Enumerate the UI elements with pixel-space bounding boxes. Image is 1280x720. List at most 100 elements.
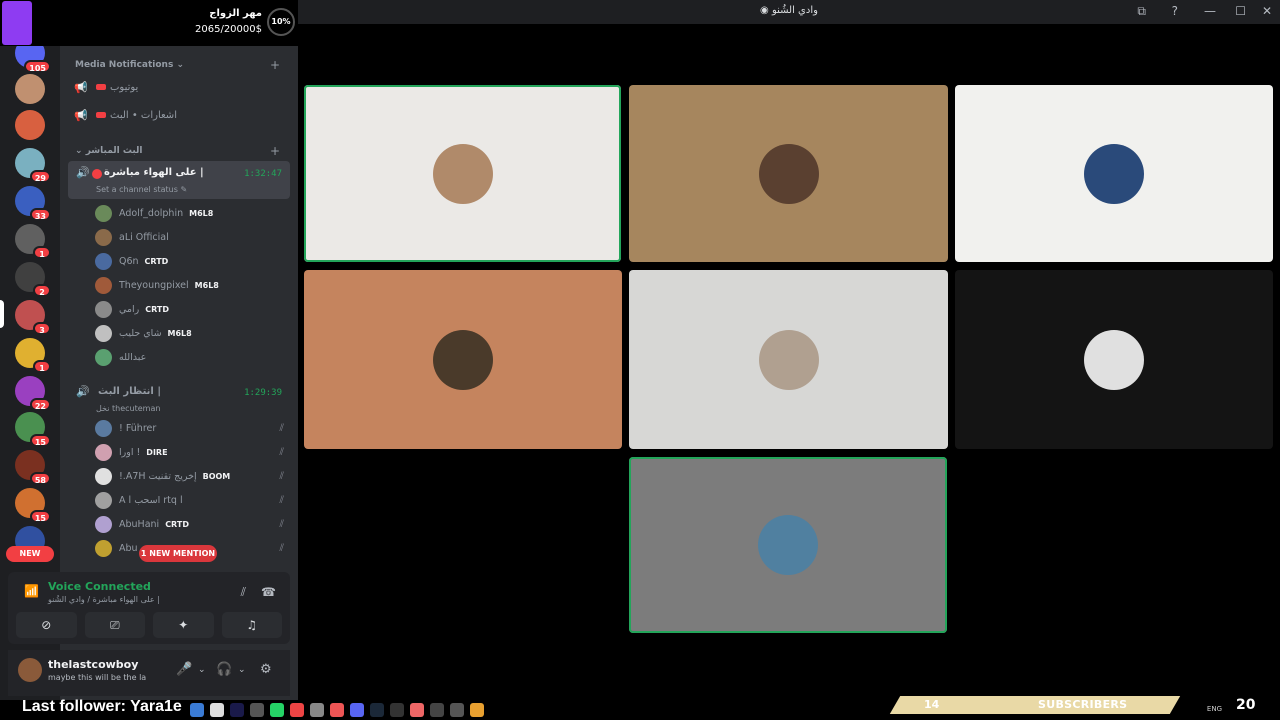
channel-name: اشعارات • البث xyxy=(110,109,177,121)
participant-tile[interactable] xyxy=(629,85,948,262)
participant-tile[interactable] xyxy=(304,85,621,262)
noise-suppression-icon[interactable]: ⫽ xyxy=(241,585,246,600)
chrome-icon[interactable] xyxy=(290,703,304,717)
app-icon[interactable] xyxy=(230,703,244,717)
activities-button[interactable]: ✦ xyxy=(153,612,214,638)
brave-icon[interactable] xyxy=(330,703,344,717)
role-tag: M6L8 xyxy=(167,328,192,338)
voice-user-row[interactable]: عبدالله xyxy=(95,346,290,368)
voice-user-row[interactable]: !.A7H إخريج تقنيت BOOM ⫽ xyxy=(95,465,290,487)
participant-tile[interactable] xyxy=(304,270,622,449)
app-icon[interactable] xyxy=(450,703,464,717)
soundboard-button[interactable]: ♫ xyxy=(221,612,282,638)
server-icon[interactable]: 15 xyxy=(15,412,51,447)
voice-connected-title[interactable]: Voice Connected xyxy=(48,580,151,593)
server-icon[interactable]: 29 xyxy=(15,148,51,183)
youtube-icon xyxy=(96,84,106,90)
server-icon[interactable]: 1 xyxy=(15,224,51,259)
donation-amount: 2065/20000$ xyxy=(195,24,262,35)
app-icon[interactable] xyxy=(210,703,224,717)
role-tag: CRTD xyxy=(145,304,170,314)
maximize-icon[interactable]: ☐ xyxy=(1235,4,1246,18)
username: A l اسحب rtq l xyxy=(119,494,183,506)
steam-icon[interactable] xyxy=(370,703,384,717)
chevron-down-icon[interactable]: ⌄ xyxy=(238,665,246,675)
app-icon[interactable] xyxy=(250,703,264,717)
app-icon[interactable] xyxy=(410,703,424,717)
add-channel-icon[interactable]: + xyxy=(270,58,280,72)
voice-channel-live[interactable]: 🔊 على الهواء مباشرة | 1:32:47 Set a chan… xyxy=(68,161,290,199)
channel-notifications[interactable]: 📢 اشعارات • البث xyxy=(74,104,288,126)
participant-tile[interactable] xyxy=(629,270,948,449)
headphones-icon[interactable]: 🎧 xyxy=(216,662,232,677)
app-icon[interactable] xyxy=(310,703,324,717)
screen-share-button[interactable]: ⎚ xyxy=(84,612,145,638)
voice-user-row[interactable]: AbuHani CRTD ⫽ xyxy=(95,513,290,535)
subscribers-label: SUBSCRIBERS xyxy=(1038,698,1128,711)
participant-avatar xyxy=(1084,329,1144,390)
popout-icon[interactable]: ⧉ xyxy=(1137,4,1146,19)
voice-user-row[interactable]: Adolf_dolphin M6L8 xyxy=(95,202,290,224)
username: Abu xyxy=(119,542,138,554)
server-icon[interactable]: 33 xyxy=(15,186,51,221)
username[interactable]: thelastcowboy xyxy=(48,658,138,671)
server-icon[interactable]: 22 xyxy=(15,376,51,411)
server-icon[interactable] xyxy=(15,110,45,140)
app-icon[interactable] xyxy=(190,703,204,717)
app-icon[interactable] xyxy=(470,703,484,717)
voice-user-row[interactable]: A l اسحب rtq l ⫽ xyxy=(95,489,290,511)
role-tag: M6L8 xyxy=(189,208,214,218)
server-icon[interactable] xyxy=(15,74,45,104)
help-icon[interactable]: ? xyxy=(1172,4,1178,18)
server-icon[interactable]: 2 xyxy=(15,262,51,297)
voice-channel-waiting[interactable]: 🔊 انتظار البث | 1:29:39 نخل thecuteman xyxy=(68,380,290,418)
unread-badge: 33 xyxy=(29,208,51,221)
disconnect-icon[interactable]: ☎ xyxy=(261,585,276,599)
channel-youtube[interactable]: 📢 يوتيوب xyxy=(74,76,288,98)
language-indicator[interactable]: ENG xyxy=(1207,705,1222,713)
app-icon[interactable] xyxy=(390,703,404,717)
discord-icon[interactable] xyxy=(350,703,364,717)
tray-number: 20 xyxy=(1236,697,1256,713)
username: aLi Official xyxy=(119,231,169,243)
signal-icon[interactable]: 📶 xyxy=(24,584,39,598)
set-channel-status[interactable]: Set a channel status ✎ xyxy=(96,185,187,194)
minimize-icon[interactable]: — xyxy=(1204,4,1216,18)
avatar xyxy=(95,228,112,246)
chevron-down-icon[interactable]: ⌄ xyxy=(198,665,206,675)
voice-user-row[interactable]: رامي CRTD xyxy=(95,298,290,320)
voice-user-row[interactable]: Q6n CRTD xyxy=(95,250,290,272)
avatar xyxy=(95,300,112,318)
voice-user-row[interactable]: شاي حليب M6L8 xyxy=(95,322,290,344)
app-icon[interactable] xyxy=(430,703,444,717)
avatar[interactable] xyxy=(18,658,42,682)
title-bar: ◉ وادي الشُنو ⧉ ? — ☐ ✕ xyxy=(298,0,1280,24)
gear-icon[interactable]: ⚙ xyxy=(260,662,272,677)
new-unreads-button[interactable]: NEW xyxy=(6,546,54,562)
participant-avatar xyxy=(1084,143,1144,204)
avatar xyxy=(95,348,112,366)
server-icon[interactable]: 3 xyxy=(15,300,51,335)
unread-badge: 22 xyxy=(29,398,51,411)
participant-tile[interactable] xyxy=(629,457,947,633)
voice-user-row[interactable]: اورا ! DIRE ⫽ xyxy=(95,441,290,463)
whatsapp-icon[interactable] xyxy=(270,703,284,717)
microphone-icon[interactable]: 🎤 xyxy=(176,662,192,677)
unread-badge: 3 xyxy=(33,322,51,335)
participant-tile[interactable] xyxy=(955,85,1273,262)
server-icon[interactable]: 58 xyxy=(15,450,51,485)
close-icon[interactable]: ✕ xyxy=(1262,4,1272,18)
server-icon[interactable]: 1 xyxy=(15,338,51,373)
category-live[interactable]: ⌄ البث المباشر xyxy=(75,146,143,156)
category-media-notifications[interactable]: Media Notifications ⌄ xyxy=(75,60,184,70)
speaker-icon: 🔊 xyxy=(76,385,90,398)
server-icon[interactable]: 15 xyxy=(15,488,51,523)
voice-channel-path[interactable]: على الهواء مباشرة / وادي الشُنو | xyxy=(48,595,160,604)
voice-user-row[interactable]: Theyoungpixel M6L8 xyxy=(95,274,290,296)
participant-tile[interactable] xyxy=(955,270,1273,449)
voice-user-row[interactable]: ! Führer ⫽ xyxy=(95,417,290,439)
add-channel-icon[interactable]: + xyxy=(270,144,280,158)
camera-off-button[interactable]: ⊘ xyxy=(16,612,77,638)
voice-user-row[interactable]: aLi Official xyxy=(95,226,290,248)
new-mention-button[interactable]: 1 NEW MENTION xyxy=(139,545,217,562)
